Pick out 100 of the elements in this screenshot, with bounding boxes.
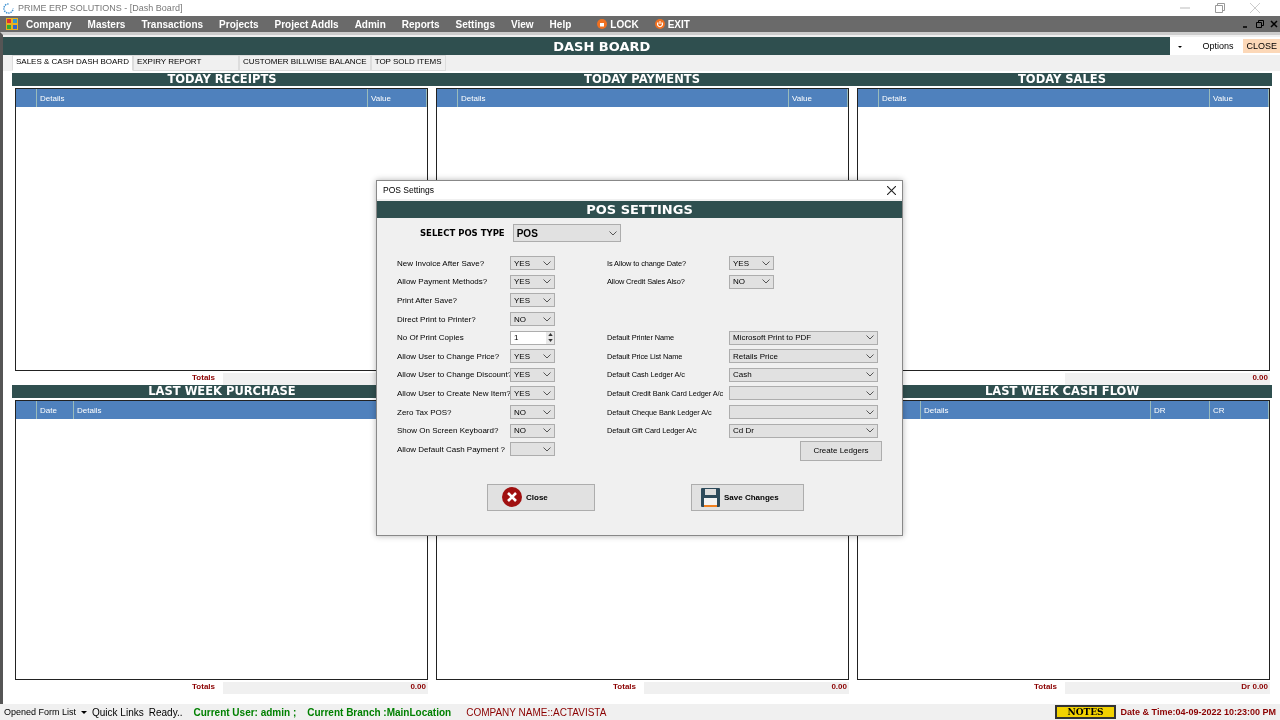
totals-label: Totals bbox=[613, 682, 636, 691]
app-menu-icon[interactable] bbox=[6, 18, 18, 30]
close-button[interactable]: Close bbox=[487, 483, 595, 511]
column-header: DR bbox=[1151, 401, 1210, 419]
select-field[interactable]: YES bbox=[510, 293, 555, 308]
menu-item[interactable]: Company bbox=[18, 18, 80, 30]
section-title: TODAY SALES bbox=[1018, 72, 1106, 86]
down-arrow-icon[interactable] bbox=[547, 339, 553, 343]
totals-field: 0.00 bbox=[644, 682, 849, 694]
column-header: Value bbox=[789, 89, 848, 107]
save-changes-button[interactable]: Save Changes bbox=[691, 483, 804, 511]
notes-button[interactable]: NOTES bbox=[1055, 705, 1116, 719]
options-menu[interactable]: Options bbox=[1202, 41, 1234, 51]
chevron-down-icon bbox=[543, 428, 551, 434]
field-label: New Invoice After Save? bbox=[397, 258, 486, 268]
chevron-down-icon bbox=[543, 446, 551, 452]
select-field[interactable]: YES bbox=[510, 274, 555, 289]
column-header: Value bbox=[1210, 89, 1269, 107]
section-title: TODAY PAYMENTS bbox=[584, 72, 700, 86]
select-field[interactable]: Cd Dr bbox=[729, 423, 878, 438]
dialog-title: POS Settings bbox=[383, 185, 435, 195]
totals-field: Dr 0.00 bbox=[1065, 682, 1270, 694]
menu-item[interactable]: Settings bbox=[447, 18, 503, 30]
column-header: Details bbox=[37, 89, 368, 107]
field-label: Allow Payment Methods? bbox=[397, 277, 489, 287]
select-field[interactable] bbox=[510, 442, 555, 457]
up-arrow-icon[interactable] bbox=[547, 333, 553, 337]
column-header: Value bbox=[368, 89, 427, 107]
tab[interactable]: EXPIRY REPORT bbox=[132, 55, 239, 71]
chevron-down-icon bbox=[866, 335, 874, 341]
menu-item[interactable]: Projects bbox=[211, 18, 267, 30]
menu-item[interactable]: Transactions bbox=[133, 18, 212, 30]
date-time: Date & Time:04-09-2022 10:23:00 PM bbox=[1120, 707, 1277, 717]
chevron-down-icon bbox=[866, 428, 874, 434]
select-field[interactable]: YES bbox=[510, 349, 555, 364]
tab[interactable]: TOP SOLD ITEMS bbox=[370, 55, 446, 71]
window-title: PRIME ERP SOLUTIONS - [Dash Board] bbox=[18, 3, 183, 13]
chevron-down-icon bbox=[762, 260, 770, 266]
select-field[interactable]: NO bbox=[729, 274, 774, 289]
menu-item[interactable]: Masters bbox=[79, 18, 134, 30]
chevron-down-icon bbox=[762, 279, 770, 285]
restore-icon[interactable] bbox=[1256, 20, 1264, 28]
select-field[interactable]: YES bbox=[510, 386, 555, 401]
close-icon bbox=[502, 487, 522, 508]
chevron-down-icon bbox=[866, 390, 874, 396]
totals-label: Totals bbox=[192, 682, 215, 691]
field-label: Show On Screen Keyboard? bbox=[397, 426, 500, 436]
column-header: CR bbox=[1210, 401, 1269, 419]
column-header: Details bbox=[458, 89, 789, 107]
totals-label: Totals bbox=[192, 373, 215, 382]
number-field[interactable]: 1 bbox=[510, 330, 555, 345]
chevron-down-icon bbox=[543, 353, 551, 359]
caret-icon[interactable] bbox=[81, 709, 88, 715]
menu-item[interactable]: Project Addls bbox=[266, 18, 347, 30]
chevron-down-icon bbox=[543, 372, 551, 378]
select-field[interactable]: NO bbox=[510, 312, 555, 327]
section-title: LAST WEEK CASH FLOW bbox=[984, 384, 1140, 398]
menu-item[interactable]: LOCK bbox=[589, 18, 647, 30]
select-field[interactable]: YES bbox=[729, 256, 774, 271]
tab[interactable]: SALES & CASH DASH BOARD bbox=[12, 55, 133, 71]
create-ledgers-button[interactable]: Create Ledgers bbox=[800, 440, 882, 461]
menu-item[interactable]: Reports bbox=[393, 18, 448, 30]
menu-item[interactable]: View bbox=[503, 18, 542, 30]
close-button[interactable]: CLOSE bbox=[1243, 39, 1280, 53]
select-field[interactable]: Microsoft Print to PDF bbox=[729, 330, 878, 345]
chevron-down-icon bbox=[543, 279, 551, 285]
field-label: Direct Print to Printer? bbox=[397, 314, 477, 324]
select-field[interactable]: YES bbox=[510, 367, 555, 382]
select-field[interactable]: NO bbox=[510, 405, 555, 420]
quick-links[interactable]: Quick Links bbox=[92, 706, 144, 718]
section-title: LAST WEEK PURCHASE bbox=[148, 384, 296, 398]
menu-item[interactable]: EXIT bbox=[646, 18, 698, 30]
app-logo-icon bbox=[3, 2, 14, 14]
chevron-down-icon bbox=[543, 298, 551, 303]
field-label: SELECT POS TYPE bbox=[420, 228, 505, 238]
chevron-down-icon bbox=[543, 260, 551, 266]
select-field[interactable] bbox=[729, 386, 878, 401]
totals-label: Totals bbox=[1034, 682, 1057, 691]
dashboard-header: DASH BOARD bbox=[3, 37, 1171, 55]
column-header: Date bbox=[37, 401, 74, 419]
opened-forms-dropdown[interactable]: Opened Form List bbox=[4, 707, 77, 717]
restore-icon[interactable] bbox=[1215, 3, 1225, 13]
chevron-down-icon bbox=[608, 230, 617, 236]
select-field[interactable]: NO bbox=[510, 423, 555, 438]
current-user: Current User: admin ; bbox=[193, 706, 297, 718]
tab[interactable]: CUSTOMER BILLWISE BALANCE bbox=[238, 55, 371, 71]
field-label: No Of Print Copies bbox=[397, 333, 465, 343]
select-field[interactable]: YES bbox=[510, 256, 555, 271]
section-title: TODAY RECEIPTS bbox=[167, 72, 277, 86]
select-field[interactable] bbox=[729, 405, 878, 420]
company-name: COMPANY NAME::ACTAVISTA bbox=[466, 706, 607, 718]
select-field[interactable]: Cash bbox=[729, 367, 878, 382]
menu-item[interactable]: Admin bbox=[346, 18, 394, 30]
menu-item[interactable]: Help bbox=[541, 18, 580, 30]
lock-icon bbox=[597, 19, 608, 29]
pos-type-select[interactable]: POS bbox=[512, 224, 621, 242]
select-field[interactable]: Retails Price bbox=[729, 349, 878, 364]
chevron-down-icon bbox=[866, 372, 874, 378]
chevron-down-icon bbox=[543, 390, 551, 396]
close-icon[interactable] bbox=[887, 185, 896, 195]
